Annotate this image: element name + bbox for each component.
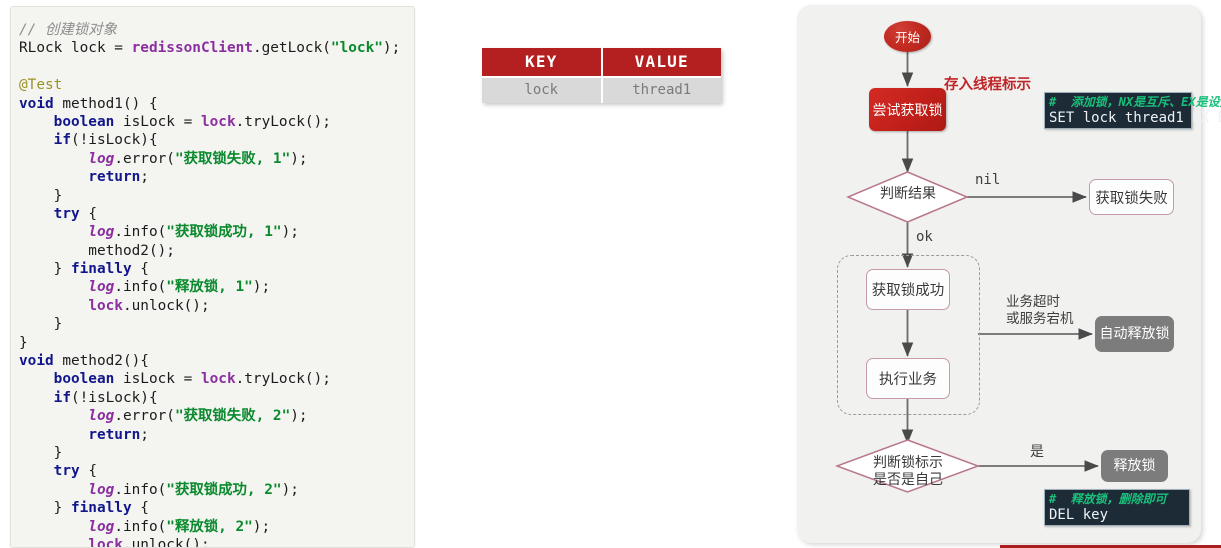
terminal-del-cmd: DEL key: [1049, 507, 1109, 523]
flow-node-do-business: 执行业务: [866, 358, 950, 399]
terminal-set-cmd: SET lock thread1 NX EX 10: [1049, 110, 1221, 126]
terminal-del-comment: # 释放锁，删除即可: [1049, 492, 1167, 506]
annotation-store-thread-id: 存入线程标示: [944, 77, 1031, 93]
flow-node-acquire-fail: 获取锁失败: [1089, 179, 1174, 215]
terminal-set-command: # 添加锁，NX是互斥、EX是设置超时时间 SET lock thread1 N…: [1044, 92, 1221, 129]
flow-node-auto-release: 自动 释放锁: [1095, 316, 1174, 352]
terminal-set-comment: # 添加锁，NX是互斥、EX是设置超时时间: [1049, 95, 1221, 109]
flow-node-start: 开始: [884, 21, 931, 52]
edge-label-timeout: 业务超时 或服务宕机: [1006, 294, 1074, 327]
terminal-del-command: # 释放锁，删除即可 DEL key: [1044, 489, 1190, 526]
edge-label-yes: 是: [1030, 444, 1044, 460]
flow-node-judge-result-label: 判断结果: [880, 186, 936, 202]
flow-node-judge-owner-label: 判断锁标示 是否是自己: [873, 455, 943, 488]
flow-node-release-lock: 释放锁: [1101, 450, 1168, 482]
edge-label-nil: nil: [975, 172, 1001, 188]
flowchart-connectors: [834, 52, 1099, 493]
edge-label-ok: ok: [916, 229, 933, 245]
screenshot-root: // 创建锁对象 RLock lock = redissonClient.getL…: [0, 0, 1221, 548]
flow-node-try-acquire: 尝试获取锁: [869, 88, 946, 131]
flow-node-acquire-success: 获取锁成功: [866, 269, 950, 310]
